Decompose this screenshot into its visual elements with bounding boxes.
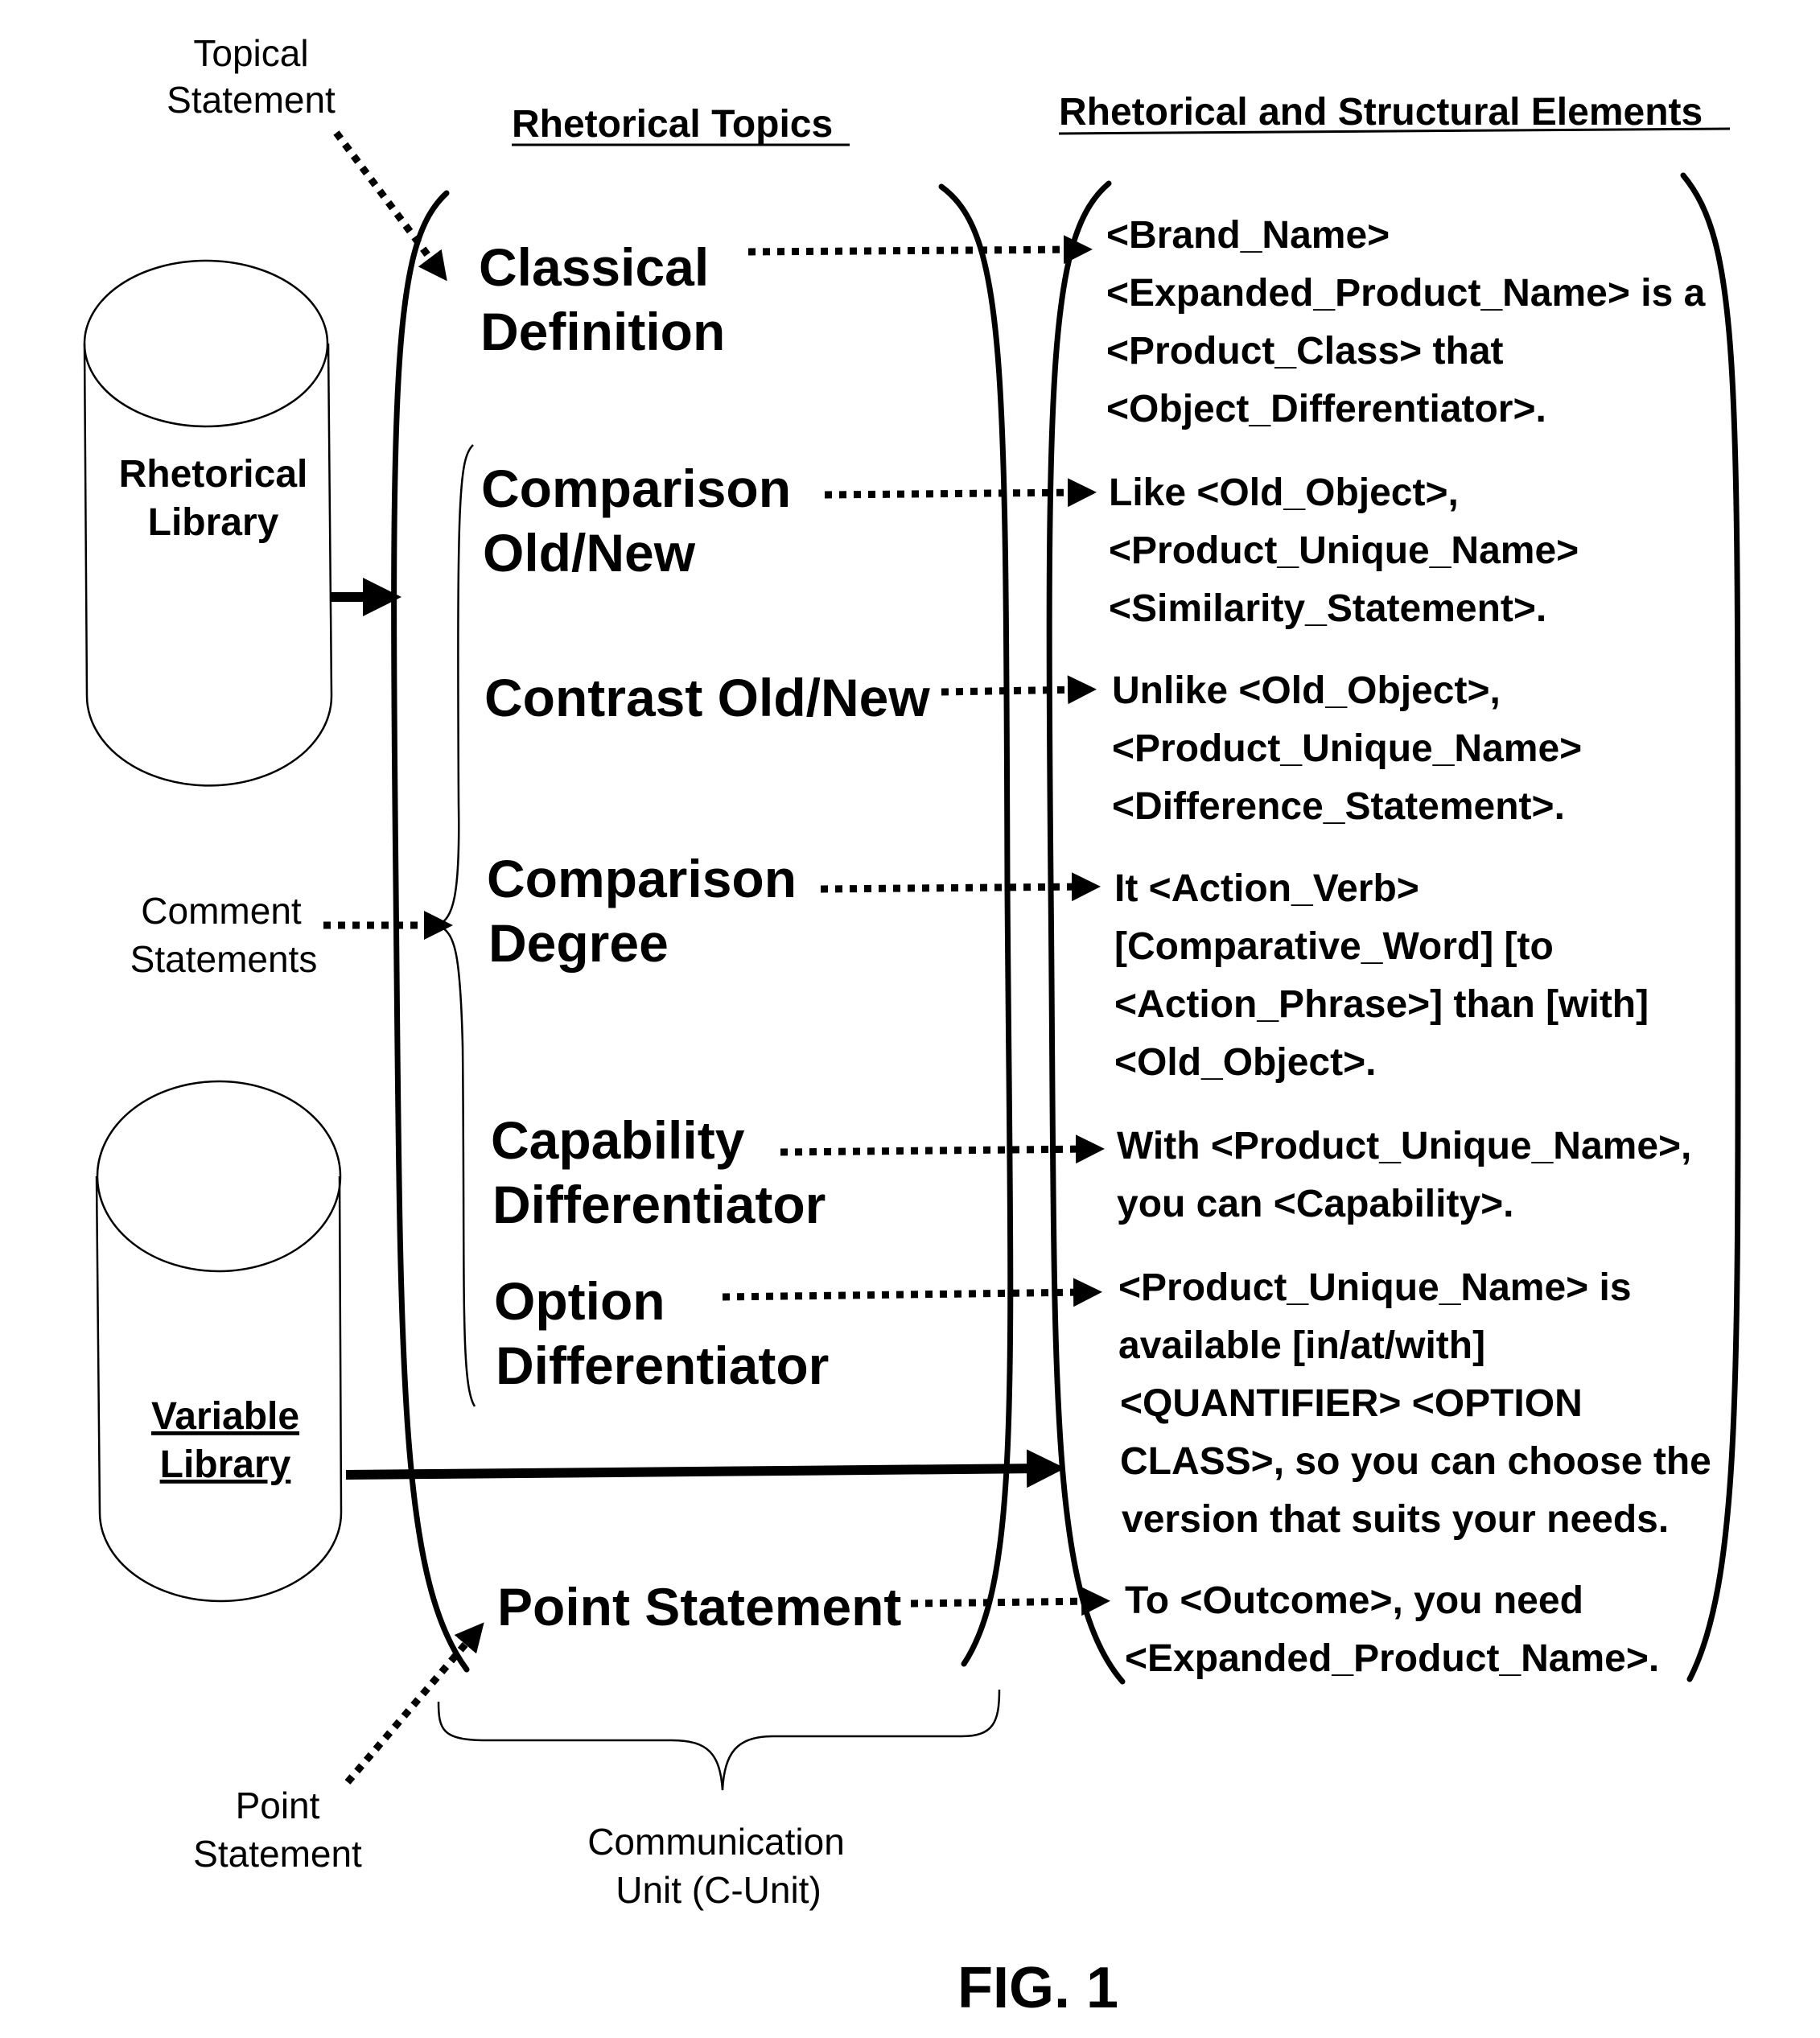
element-line: <Action_Phrase>] than [with] — [1114, 983, 1649, 1026]
topical-statement-line-1: Topical — [193, 32, 308, 74]
topic-line: Classical — [479, 237, 709, 297]
element-line: <Object_Differentiator>. — [1106, 388, 1546, 430]
topic-classical-definition: Classical Definition — [479, 235, 1093, 361]
topic-point-statement: Point Statement — [497, 1577, 1110, 1637]
connector-arrow — [820, 872, 1101, 902]
cylinder-body — [95, 1175, 343, 1603]
element-line: version that suits your needs. — [1122, 1498, 1669, 1541]
connector-arrow — [910, 1587, 1110, 1616]
connector-arrow — [780, 1134, 1105, 1164]
topic-line: Differentiator — [492, 1175, 826, 1234]
communication-unit-line-2: Unit (C-Unit) — [616, 1869, 821, 1911]
header-rhetorical-elements: Rhetorical and Structural Elements — [1058, 91, 1731, 135]
topical-statement-annotation: Topical Statement — [167, 32, 447, 282]
element-option-differentiator: <Product_Unique_Name> is available [in/a… — [1118, 1266, 1711, 1541]
header-rhetorical-topics-text: Rhetorical Topics — [512, 103, 833, 146]
topic-line: Old/New — [483, 523, 696, 583]
comment-statements-brace — [436, 444, 476, 1407]
topics-right-bracket — [938, 183, 1014, 1667]
header-rhetorical-topics: Rhetorical Topics — [512, 103, 850, 146]
point-statement-arrow — [344, 1622, 484, 1785]
element-line: available [in/at/with] — [1118, 1324, 1485, 1367]
element-line: Unlike <Old_Object>, — [1112, 669, 1501, 712]
connector-arrow — [747, 235, 1093, 265]
element-line: <Product_Class> that — [1106, 330, 1504, 373]
element-comparison-old-new: Like <Old_Object>, <Product_Unique_Name>… — [1109, 471, 1579, 630]
topic-line: Contrast Old/New — [484, 668, 930, 727]
rhetorical-library-cylinder: Rhetorical Library — [83, 259, 333, 787]
cylinder-top — [83, 259, 329, 428]
element-line: <Product_Unique_Name> — [1109, 529, 1579, 572]
element-line: <Brand_Name> — [1106, 214, 1390, 257]
connector-arrow — [722, 1278, 1102, 1307]
topic-capability-differentiator: Capability Differentiator — [491, 1110, 1105, 1234]
element-line: <Product_Unique_Name> — [1112, 727, 1582, 770]
element-contrast-old-new: Unlike <Old_Object>, <Product_Unique_Nam… — [1112, 669, 1582, 828]
element-line: <Expanded_Product_Name> is a — [1106, 272, 1706, 315]
element-line: <Difference_Statement>. — [1112, 785, 1565, 828]
cylinder-body — [83, 343, 333, 787]
topic-line: Option — [494, 1271, 665, 1331]
element-line: CLASS>, so you can choose the — [1120, 1440, 1711, 1483]
topic-comparison-degree: Comparison Degree — [487, 849, 1101, 973]
communication-unit-line-1: Communication — [587, 1821, 845, 1863]
element-line: you can <Capability>. — [1117, 1183, 1514, 1225]
topical-statement-arrow — [333, 130, 447, 282]
comment-statements-annotation: Comment Statements — [130, 890, 453, 980]
topic-line: Capability — [491, 1110, 745, 1170]
topic-comparison-old-new: Comparison Old/New — [481, 459, 1097, 583]
point-statement-line-1: Point — [236, 1785, 320, 1826]
comment-statements-line-1: Comment — [141, 890, 302, 932]
topic-line: Differentiator — [496, 1336, 829, 1395]
topic-line: Degree — [488, 913, 669, 973]
element-point-statement: To <Outcome>, you need <Expanded_Product… — [1125, 1579, 1659, 1680]
variable-library-arrow — [345, 1449, 1065, 1488]
point-statement-annotation: Point Statement — [193, 1622, 484, 1875]
topics-left-bracket — [391, 190, 470, 1673]
topic-line: Point Statement — [497, 1577, 901, 1637]
topic-option-differentiator: Option Differentiator — [494, 1271, 1102, 1395]
topic-line: Comparison — [487, 849, 797, 908]
topic-line: Definition — [480, 302, 725, 361]
element-classical-definition: <Brand_Name> <Expanded_Product_Name> is … — [1106, 214, 1706, 430]
element-line: <Old_Object>. — [1114, 1041, 1376, 1084]
rhetorical-library-label-1: Rhetorical — [119, 453, 308, 496]
comment-statements-line-2: Statements — [130, 938, 318, 980]
cylinder-top — [96, 1080, 342, 1273]
element-line: <Product_Unique_Name> is — [1118, 1266, 1632, 1309]
element-capability-differentiator: With <Product_Unique_Name>, you can <Cap… — [1117, 1125, 1691, 1225]
variable-library-cylinder: Variable Library — [95, 1080, 343, 1603]
topical-statement-line-2: Statement — [167, 79, 336, 121]
communication-unit-brace — [437, 1689, 1001, 1791]
element-line: <QUANTIFIER> <OPTION — [1120, 1382, 1583, 1425]
topic-line: Comparison — [481, 459, 791, 518]
header-rhetorical-elements-text: Rhetorical and Structural Elements — [1059, 91, 1703, 134]
element-line: Like <Old_Object>, — [1109, 471, 1459, 514]
element-line: [Comparative_Word] [to — [1114, 925, 1554, 968]
diagram-canvas: Rhetorical Topics Rhetorical and Structu… — [83, 32, 1741, 2020]
topic-contrast-old-new: Contrast Old/New — [484, 668, 1097, 727]
variable-library-label-2: Library — [160, 1443, 291, 1486]
point-statement-line-2: Statement — [193, 1833, 362, 1875]
element-comparison-degree: It <Action_Verb> [Comparative_Word] [to … — [1114, 867, 1649, 1084]
element-line: <Expanded_Product_Name>. — [1125, 1637, 1659, 1680]
element-line: With <Product_Unique_Name>, — [1117, 1125, 1691, 1167]
element-line: <Similarity_Statement>. — [1109, 587, 1546, 630]
connector-arrow — [941, 675, 1097, 705]
variable-library-label-1: Variable — [151, 1395, 299, 1438]
element-line: To <Outcome>, you need — [1125, 1579, 1583, 1622]
element-line: It <Action_Verb> — [1114, 867, 1419, 910]
figure-label: FIG. 1 — [957, 1956, 1118, 2020]
communication-unit-annotation: Communication Unit (C-Unit) — [587, 1821, 845, 1911]
rhetorical-library-label-2: Library — [148, 501, 279, 544]
connector-arrow — [824, 478, 1097, 508]
